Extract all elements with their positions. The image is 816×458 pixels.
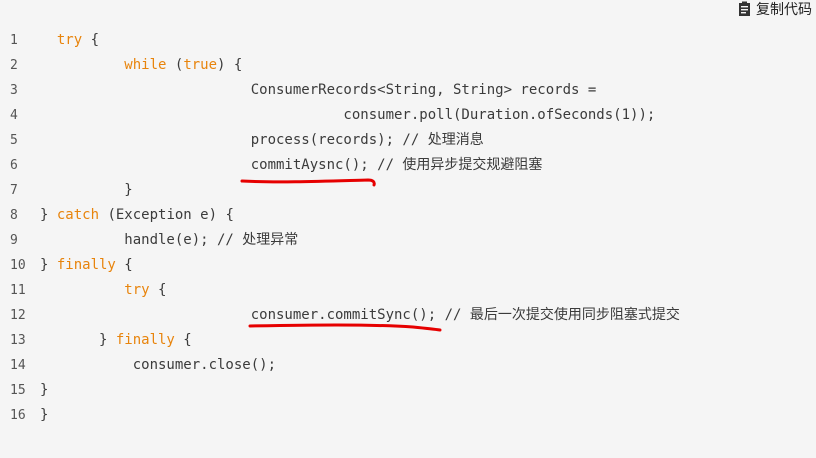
code-token: { bbox=[149, 282, 167, 298]
code-line: 14 consumer.close(); bbox=[0, 353, 816, 378]
code-token: } bbox=[40, 382, 49, 398]
code-text: } bbox=[40, 403, 48, 428]
red-underline-annotation bbox=[240, 178, 376, 187]
line-number: 15 bbox=[10, 383, 26, 398]
keyword: catch bbox=[56, 207, 100, 223]
code-line: 5 process(records); // 处理消息 bbox=[0, 128, 816, 153]
code-token: ( bbox=[166, 57, 184, 73]
copy-code-label: 复制代码 bbox=[756, 2, 812, 18]
line-number: 9 bbox=[10, 233, 18, 248]
line-number: 8 bbox=[10, 208, 18, 223]
line-number: 14 bbox=[10, 358, 26, 373]
code-line: 8} catch (Exception e) { bbox=[0, 203, 816, 228]
line-number: 5 bbox=[10, 133, 18, 148]
copy-code-button[interactable]: 复制代码 bbox=[738, 0, 812, 18]
clipboard-icon bbox=[739, 1, 750, 16]
code-text: consumer.close(); bbox=[40, 353, 276, 378]
code-token: consumer.close(); bbox=[40, 357, 277, 373]
code-line: 9 handle(e); // 处理异常 bbox=[0, 228, 816, 253]
line-number: 12 bbox=[10, 308, 26, 323]
line-number: 7 bbox=[10, 183, 18, 198]
line-number: 3 bbox=[10, 83, 18, 98]
line-number: 10 bbox=[10, 258, 26, 273]
keyword: try bbox=[56, 32, 83, 48]
code-line: 1 try { bbox=[0, 28, 816, 53]
code-text: } finally { bbox=[40, 328, 192, 353]
keyword: while bbox=[124, 57, 167, 73]
keyword: try bbox=[124, 282, 150, 298]
code-block: 复制代码 1 try {2 while (true) {3 ConsumerRe… bbox=[0, 0, 816, 458]
code-line: 11 try { bbox=[0, 278, 816, 303]
code-token: } bbox=[40, 407, 49, 423]
code-line: 15} bbox=[0, 378, 816, 403]
code-line: 3 ConsumerRecords<String, String> record… bbox=[0, 78, 816, 103]
code-text: } catch (Exception e) { bbox=[40, 203, 234, 228]
code-text: consumer.poll(Duration.ofSeconds(1)); bbox=[40, 103, 655, 128]
code-token: ConsumerRecords<String, String> records … bbox=[40, 82, 597, 98]
code-text: try { bbox=[40, 28, 99, 53]
code-text: } bbox=[40, 378, 48, 403]
code-token: { bbox=[82, 32, 100, 48]
code-text: process(records); // 处理消息 bbox=[40, 128, 484, 153]
line-number: 2 bbox=[10, 58, 18, 73]
code-token: process(records); // 处理消息 bbox=[40, 132, 484, 148]
line-number: 1 bbox=[10, 33, 18, 48]
code-token: { bbox=[174, 332, 192, 348]
code-text: ConsumerRecords<String, String> records … bbox=[40, 78, 597, 103]
red-underline-annotation bbox=[248, 323, 442, 332]
code-token: { bbox=[115, 257, 133, 273]
keyword: true bbox=[183, 57, 218, 73]
line-number: 16 bbox=[10, 408, 26, 423]
code-line: 10} finally { bbox=[0, 253, 816, 278]
code-line: 6 commitAysnc(); // 使用异步提交规避阻塞 bbox=[0, 153, 816, 178]
keyword: finally bbox=[115, 332, 175, 348]
code-lines: 1 try {2 while (true) {3 ConsumerRecords… bbox=[0, 28, 816, 428]
code-token: } bbox=[40, 207, 57, 223]
code-text: while (true) { bbox=[40, 53, 242, 78]
line-number: 13 bbox=[10, 333, 26, 348]
code-line: 4 consumer.poll(Duration.ofSeconds(1)); bbox=[0, 103, 816, 128]
code-text: try { bbox=[40, 278, 166, 303]
code-line: 2 while (true) { bbox=[0, 53, 816, 78]
code-text: } finally { bbox=[40, 253, 133, 278]
code-token: } bbox=[40, 332, 116, 348]
line-number: 6 bbox=[10, 158, 18, 173]
code-token: (Exception e) { bbox=[99, 207, 234, 223]
code-text: handle(e); // 处理异常 bbox=[40, 228, 298, 253]
code-token: consumer.poll(Duration.ofSeconds(1)); bbox=[40, 107, 656, 123]
code-token: } bbox=[40, 257, 57, 273]
code-line: 7 } bbox=[0, 178, 816, 203]
line-number: 11 bbox=[10, 283, 26, 298]
code-text: } bbox=[40, 178, 133, 203]
code-token: commitAysnc(); // 使用异步提交规避阻塞 bbox=[40, 157, 543, 173]
code-token: ) { bbox=[217, 57, 243, 73]
code-token: } bbox=[40, 182, 133, 198]
keyword: finally bbox=[56, 257, 116, 273]
code-line: 16} bbox=[0, 403, 816, 428]
line-number: 4 bbox=[10, 108, 18, 123]
code-token: handle(e); // 处理异常 bbox=[40, 232, 299, 248]
